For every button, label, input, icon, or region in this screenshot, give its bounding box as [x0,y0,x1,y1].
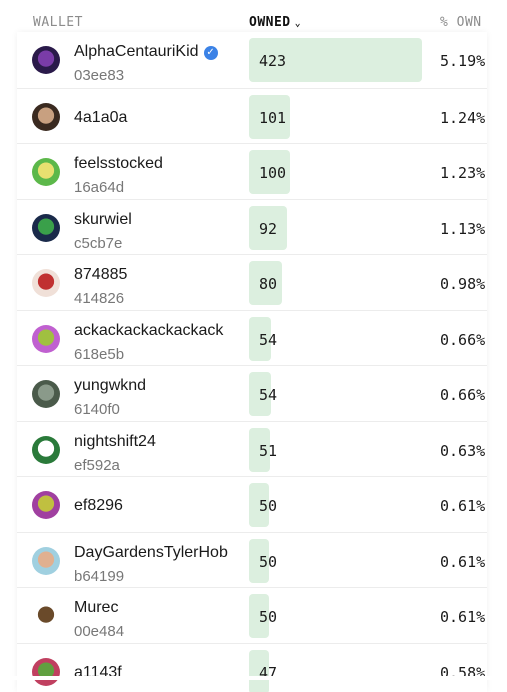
owner-address: 00e484 [74,623,124,640]
column-header-owned[interactable]: OWNED ⌄ [249,15,301,30]
avatar [32,46,60,74]
owner-address: 16a64d [74,179,124,196]
owners-table: AlphaCentauriKid ✓ 03ee83 423 5.19% 4a1a0a 101… [17,32,487,692]
table-row[interactable]: 4a1a0a 101 1.24% [17,88,487,144]
avatar [32,491,60,519]
table-row[interactable]: feelsstocked 16a64d 100 1.23% [17,143,487,199]
owned-count: 50 [259,608,277,626]
table-row[interactable]: ackackackackackack 618e5b 54 0.66% [17,310,487,366]
avatar [32,380,60,408]
owned-count: 51 [259,442,277,460]
owner-address: b64199 [74,568,124,585]
owned-count: 101 [259,109,286,127]
owner-name-text: ackackackackackack [74,322,223,339]
verified-badge-icon: ✓ [204,46,218,60]
owner-name[interactable]: feelsstocked [74,155,163,173]
avatar [32,658,60,686]
owned-count: 54 [259,331,277,349]
avatar [32,103,60,131]
column-header-wallet[interactable]: WALLET [33,15,83,30]
table-row[interactable]: AlphaCentauriKid ✓ 03ee83 423 5.19% [17,32,487,87]
bottom-edge [0,676,507,680]
owned-count: 92 [259,220,277,238]
avatar [32,602,60,630]
owner-name-text: nightshift24 [74,433,156,450]
owner-name[interactable]: Murec [74,599,118,617]
percent-owned: 0.66% [440,386,485,404]
column-header-pct-own[interactable]: % OWN [440,15,482,30]
table-row[interactable]: 874885 414826 80 0.98% [17,254,487,310]
percent-owned: 0.66% [440,331,485,349]
percent-owned: 1.13% [440,220,485,238]
owner-name-text: feelsstocked [74,155,163,172]
avatar [32,325,60,353]
percent-owned: 1.24% [440,109,485,127]
table-row[interactable]: Murec 00e484 50 0.61% [17,587,487,643]
owner-name[interactable]: DayGardensTylerHob [74,544,228,562]
owner-name[interactable]: skurwiel [74,211,132,229]
owner-name-text: AlphaCentauriKid [74,43,199,60]
owner-name[interactable]: ackackackackackack [74,322,223,340]
owner-name[interactable]: nightshift24 [74,433,156,451]
owned-count: 54 [259,386,277,404]
percent-owned: 0.61% [440,497,485,515]
percent-owned: 0.98% [440,275,485,293]
owned-header-label: OWNED [249,15,291,30]
owned-count: 100 [259,164,286,182]
table-row[interactable]: nightshift24 ef592a 51 0.63% [17,421,487,477]
percent-owned: 1.23% [440,164,485,182]
owner-name[interactable]: 4a1a0a [74,109,127,127]
table-row[interactable]: yungwknd 6140f0 54 0.66% [17,365,487,421]
percent-owned: 0.61% [440,608,485,626]
avatar [32,158,60,186]
percent-owned: 0.63% [440,442,485,460]
owner-address: 414826 [74,290,124,307]
owned-count: 423 [259,52,286,70]
owner-name[interactable]: 874885 [74,266,127,284]
chevron-down-icon: ⌄ [295,18,302,29]
percent-owned: 5.19% [440,52,485,70]
owner-name-text: Murec [74,599,118,616]
owner-address: 03ee83 [74,67,124,84]
avatar [32,269,60,297]
owner-name-text: 874885 [74,266,127,283]
owner-address: ef592a [74,457,120,474]
owner-name[interactable]: AlphaCentauriKid ✓ [74,43,218,61]
owner-name-text: ef8296 [74,497,123,514]
owned-count: 80 [259,275,277,293]
avatar [32,547,60,575]
table-row[interactable]: a1143f470.58% [17,643,487,692]
avatar [32,214,60,242]
owned-count: 50 [259,553,277,571]
owner-address: 6140f0 [74,401,120,418]
owner-address: c5cb7e [74,235,122,252]
owner-name-text: 4a1a0a [74,109,127,126]
owner-name-text: DayGardensTylerHob [74,544,228,561]
avatar [32,436,60,464]
table-row[interactable]: DayGardensTylerHob b64199 50 0.61% [17,532,487,588]
owner-address: 618e5b [74,346,124,363]
percent-owned: 0.61% [440,553,485,571]
table-row[interactable]: ef8296 50 0.61% [17,476,487,532]
owned-count: 50 [259,497,277,515]
owner-name-text: yungwknd [74,377,146,394]
owner-name[interactable]: yungwknd [74,377,146,395]
owner-name[interactable]: ef8296 [74,497,123,515]
owner-name-text: skurwiel [74,211,132,228]
table-row[interactable]: skurwiel c5cb7e 92 1.13% [17,199,487,255]
